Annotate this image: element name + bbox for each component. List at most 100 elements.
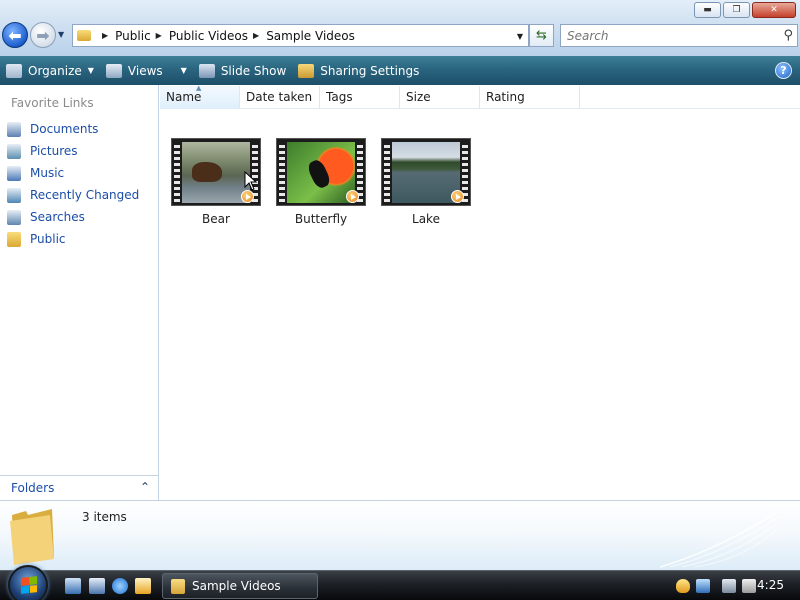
butterfly-preview-image (287, 142, 355, 203)
taskbar: Sample Videos 4:25 (0, 565, 800, 600)
folder-icon (171, 578, 185, 594)
bear-preview-image (182, 142, 250, 203)
public-folder-icon (7, 231, 21, 247)
slideshow-icon (198, 63, 215, 78)
views-label: Views (127, 63, 163, 78)
column-name[interactable]: ▲ Name (160, 84, 240, 109)
slideshow-button[interactable]: Slide Show (193, 56, 292, 85)
organize-button[interactable]: Organize ▼ (0, 56, 100, 85)
back-arrow-icon: ⬅ (8, 25, 22, 45)
folders-label: Folders (11, 481, 55, 495)
breadcrumb-public[interactable]: Public (115, 29, 151, 43)
sidebar-item-label: Searches (30, 210, 85, 224)
column-rating[interactable]: Rating (480, 86, 580, 109)
maximize-button[interactable]: ❐ (723, 2, 750, 18)
favorite-links-header: Favorite Links (11, 96, 94, 110)
volume-muted-icon[interactable] (742, 579, 756, 593)
chevron-down-icon: ▼ (180, 66, 187, 75)
title-bar: ▬ ❐ ✕ ⬅ ➡ ▼ ▶ Public ▶ Public Videos ▶ S… (0, 0, 800, 56)
views-button[interactable]: Views ▼ (100, 56, 193, 85)
forward-button[interactable]: ➡ (30, 22, 56, 48)
search-icon[interactable]: ⚲ (783, 28, 793, 43)
show-desktop-icon[interactable] (65, 578, 81, 594)
network-icon[interactable] (696, 579, 710, 593)
file-name: Lake (412, 212, 440, 226)
sharing-label: Sharing Settings (320, 63, 420, 78)
monitor-icon[interactable] (722, 579, 736, 593)
breadcrumb-sample-videos[interactable]: Sample Videos (266, 29, 355, 43)
minimize-button[interactable]: ▬ (694, 2, 721, 18)
internet-explorer-icon[interactable] (112, 578, 128, 594)
recent-pages-dropdown[interactable]: ▼ (58, 30, 64, 39)
switch-windows-icon[interactable] (89, 578, 105, 594)
back-button[interactable]: ⬅ (2, 22, 28, 48)
security-shield-icon[interactable] (676, 579, 690, 593)
navigation-pane: Favorite Links Documents Pictures Music … (0, 85, 159, 500)
breadcrumb-separator-icon[interactable]: ▶ (156, 31, 162, 40)
recent-icon (7, 187, 21, 203)
search-box[interactable]: ⚲ (560, 24, 798, 47)
close-button[interactable]: ✕ (752, 2, 796, 18)
column-size[interactable]: Size (400, 86, 480, 109)
taskbar-item-sample-videos[interactable]: Sample Videos (162, 573, 318, 599)
chevron-up-icon: ⌃ (139, 480, 150, 494)
window-controls: ▬ ❐ ✕ (692, 2, 796, 18)
forward-arrow-icon: ➡ (36, 25, 50, 45)
sidebar-item-label: Public (30, 232, 66, 246)
folders-toggle[interactable]: Folders ⌃ (0, 475, 158, 500)
column-date-taken[interactable]: Date taken (240, 86, 320, 109)
file-item-butterfly[interactable]: Butterfly (268, 138, 374, 226)
column-label: Name (166, 90, 202, 104)
sort-ascending-icon: ▲ (196, 84, 202, 92)
file-item-lake[interactable]: Lake (373, 138, 479, 226)
start-button[interactable] (8, 565, 48, 600)
column-label: Rating (486, 90, 525, 104)
sharing-settings-button[interactable]: Sharing Settings (292, 56, 425, 85)
windows-logo-icon (21, 576, 37, 594)
favorite-links-list: Documents Pictures Music Recently Change… (0, 118, 158, 250)
play-icon (451, 190, 464, 203)
file-name: Bear (202, 212, 230, 226)
column-label: Date taken (246, 90, 313, 104)
organize-label: Organize (28, 63, 82, 78)
folder-icon (77, 30, 91, 41)
refresh-button[interactable]: ⇆ (529, 24, 554, 47)
sidebar-item-recently-changed[interactable]: Recently Changed (0, 184, 158, 206)
command-bar: Organize ▼ Views ▼ Slide Show Sharing Se… (0, 56, 800, 85)
column-headers: ▲ Name Date taken Tags Size Rating (160, 84, 800, 109)
play-icon (241, 190, 254, 203)
details-pane: 3 items (0, 500, 800, 570)
file-list: Bear Butterfly Lake (160, 109, 800, 500)
sidebar-item-public[interactable]: Public (0, 228, 158, 250)
address-dropdown-icon[interactable]: ▼ (517, 32, 523, 41)
help-button[interactable]: ? (775, 62, 792, 79)
sidebar-item-searches[interactable]: Searches (0, 206, 158, 228)
chevron-down-icon: ▼ (87, 66, 94, 75)
decorative-swoosh (660, 510, 779, 568)
clock[interactable]: 4:25 (757, 578, 784, 592)
sidebar-item-label: Pictures (30, 144, 78, 158)
documents-icon (7, 121, 21, 137)
file-name: Butterfly (294, 212, 348, 226)
media-player-icon[interactable] (135, 578, 151, 594)
slideshow-label: Slide Show (220, 63, 287, 78)
play-icon (346, 190, 359, 203)
sharing-icon (298, 63, 315, 78)
sidebar-item-label: Recently Changed (30, 188, 140, 202)
column-tags[interactable]: Tags (320, 86, 400, 109)
organize-icon (6, 63, 22, 78)
sidebar-item-label: Documents (30, 122, 99, 136)
music-icon (7, 165, 21, 181)
views-icon (105, 63, 122, 78)
breadcrumb-separator-icon[interactable]: ▶ (253, 31, 259, 40)
sidebar-item-documents[interactable]: Documents (0, 118, 158, 140)
lake-preview-image (392, 142, 460, 203)
search-input[interactable] (567, 28, 767, 43)
taskbar-item-label: Sample Videos (192, 579, 281, 593)
address-bar[interactable]: ▶ Public ▶ Public Videos ▶ Sample Videos… (72, 24, 529, 47)
sidebar-item-music[interactable]: Music (0, 162, 158, 184)
help-icon: ? (780, 64, 787, 77)
breadcrumb-public-videos[interactable]: Public Videos (169, 29, 248, 43)
breadcrumb-separator-icon[interactable]: ▶ (102, 31, 108, 40)
sidebar-item-pictures[interactable]: Pictures (0, 140, 158, 162)
